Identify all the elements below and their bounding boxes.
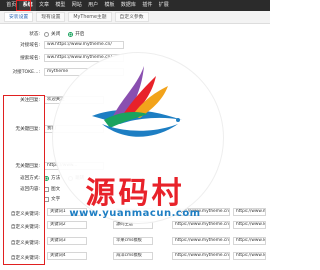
keyword-url-cell[interactable]: https://www.mytheme.cn/ [172,237,230,245]
keyword-url-cell[interactable]: https://www.mytheme.cn/ [172,252,230,260]
keyword-url2-cell[interactable]: https://www.ldd... [233,237,266,245]
keyword-url2-cell[interactable]: https://www.ldd... [233,221,266,229]
top-nav: 首页 系统 文章 模型 网站 用户 模板 数据库 插件 扩展 [0,0,270,11]
nav-item-extend[interactable]: 扩展 [156,0,172,11]
nav-item-article[interactable]: 文章 [36,0,52,11]
watermark-title: 源码村 [85,176,185,211]
status-label: 状态: [29,32,40,37]
status-row: 状态: 关闭 开启 [0,31,270,37]
bird-logo-icon [92,66,182,137]
watermark-url: www.yuanmacun.com [69,208,201,219]
keyword-cell[interactable]: 关键词4 [47,252,87,260]
keyword-title-cell[interactable]: 苹果cms模板 [113,237,153,245]
tab-custom-params[interactable]: 自定义参数 [114,12,149,22]
status-off-label: 关闭 [51,32,61,37]
tab-mytheme[interactable]: MyTheme主题 [68,12,112,22]
nav-item-user[interactable]: 用户 [85,0,101,11]
nav-item-site[interactable]: 网站 [69,0,85,11]
keyword-cell[interactable]: 关键词3 [47,237,87,245]
tab-current-settings[interactable]: 现有设置 [36,12,66,22]
radio-checked-icon [68,31,74,37]
keyword-cell[interactable]: 关键词2 [47,221,87,229]
backend-domain-label: 搜索域名: [20,56,40,61]
status-on-label: 开启 [75,32,85,37]
token-label: 对接TOKE...: [12,70,40,75]
keyword-url-cell[interactable]: https://www.mytheme.cn/ [172,221,230,229]
sub-tabs: 安装设置 现有设置 MyTheme主题 自定义参数 [0,11,270,24]
status-on-radio[interactable]: 开启 [68,31,84,37]
radio-icon [44,31,49,37]
nav-item-template[interactable]: 模板 [101,0,117,11]
preview-domain-input[interactable]: ww.https://www.mytheme.cn/ [44,41,124,49]
keyword-title-cell[interactable]: 海洋cms模板 [113,252,153,260]
preview-domain-label: 对接域名: [20,43,40,48]
preview-domain-row: 对接域名: ww.https://www.mytheme.cn/ [0,41,270,49]
keyword-url2-cell[interactable]: https://www.ldd... [233,252,266,260]
status-off-radio[interactable]: 关闭 [44,31,60,37]
tab-install-settings[interactable]: 安装设置 [4,12,34,22]
nav-item-plugin[interactable]: 插件 [139,0,155,11]
nav-item-model[interactable]: 模型 [52,0,68,11]
nav-highlight-box [16,0,31,11]
nav-item-database[interactable]: 数据库 [118,0,139,11]
